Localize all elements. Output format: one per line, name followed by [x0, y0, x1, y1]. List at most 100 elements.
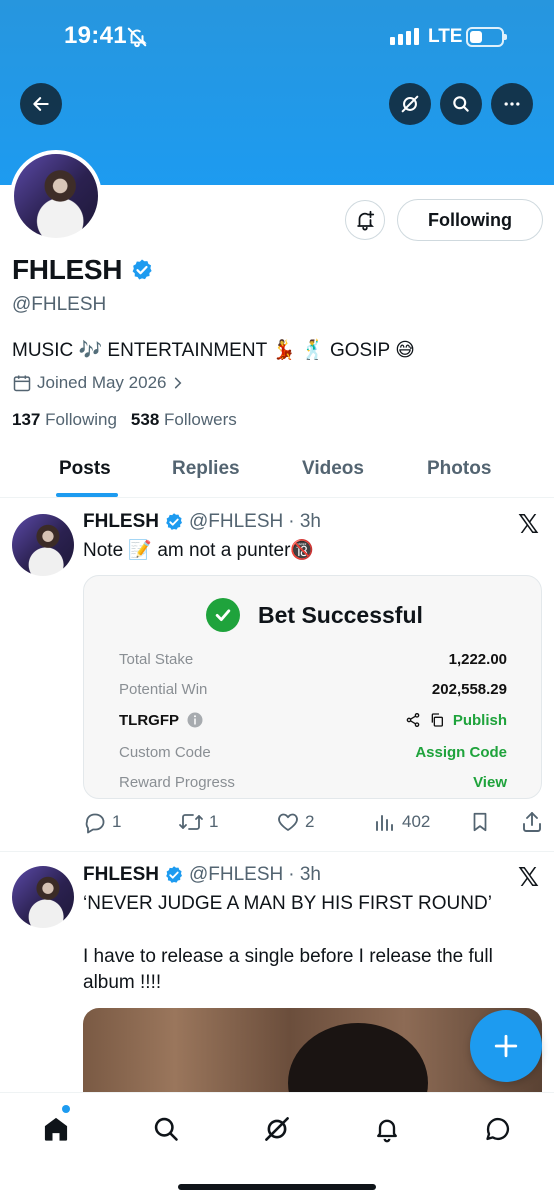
bookmark-button[interactable] — [469, 810, 491, 834]
reply-icon — [85, 813, 105, 834]
tab-videos[interactable]: Videos — [302, 458, 364, 480]
tab-replies[interactable]: Replies — [172, 458, 240, 480]
joined-date[interactable]: Joined May 2026 — [12, 373, 185, 393]
bet-row-total-stake: Total Stake 1,222.00 — [119, 651, 507, 668]
network-type: LTE — [428, 26, 463, 47]
bet-row-reward-progress: Reward Progress View — [119, 774, 507, 791]
grok-button[interactable] — [389, 83, 431, 125]
bet-row-label: Potential Win — [119, 681, 208, 698]
bell-off-icon — [126, 26, 148, 53]
following-label: Following — [45, 410, 117, 429]
nav-messages[interactable] — [480, 1111, 516, 1147]
bet-row-booking-code: TLRGFP Publish — [119, 711, 507, 729]
verified-badge-icon — [166, 866, 182, 883]
view-link[interactable]: View — [473, 774, 507, 791]
search-button[interactable] — [440, 83, 482, 125]
verified-badge-icon — [166, 513, 182, 530]
plus-icon — [494, 1034, 518, 1058]
bet-row-custom-code: Custom Code Assign Code — [119, 744, 507, 761]
active-tab-indicator — [56, 493, 118, 497]
bet-row-label: Custom Code — [119, 744, 211, 761]
heart-icon — [278, 813, 298, 831]
bell-icon — [377, 1119, 397, 1143]
status-time: 19:41 — [64, 22, 127, 49]
nav-notifications[interactable] — [369, 1111, 405, 1147]
back-button[interactable] — [20, 83, 62, 125]
views-button[interactable]: 402 — [373, 810, 430, 834]
post-author-handle[interactable]: @FHLESH — [189, 864, 283, 886]
post-timestamp[interactable]: · 3h — [288, 864, 321, 886]
chevron-right-icon — [175, 377, 182, 389]
following-button[interactable]: Following — [397, 199, 543, 241]
post-author-name[interactable]: FHLESH — [83, 511, 159, 533]
grok-icon — [265, 1117, 289, 1141]
x-logo-icon: 𝕏 — [518, 509, 539, 539]
x-logo-icon: 𝕏 — [518, 862, 539, 892]
home-indicator — [178, 1184, 376, 1190]
nav-search[interactable] — [148, 1111, 184, 1147]
share-upload-icon — [523, 812, 541, 832]
profile-avatar[interactable] — [10, 150, 102, 242]
nav-home[interactable] — [38, 1111, 74, 1147]
post-author-avatar[interactable] — [12, 866, 74, 928]
post-author-name[interactable]: FHLESH — [83, 864, 159, 886]
compose-post-button[interactable] — [470, 1010, 542, 1082]
post-timestamp[interactable]: · 3h — [288, 511, 321, 533]
followers-count: 538 — [130, 410, 160, 429]
more-options-button[interactable] — [491, 83, 533, 125]
share-button[interactable] — [520, 810, 544, 834]
profile-name: FHLESH — [12, 254, 123, 285]
views-icon — [376, 815, 393, 831]
post-text: Note 📝 am not a punter🔞 — [83, 540, 315, 561]
battery-icon — [466, 27, 507, 47]
post-text-headline: ‘NEVER JUDGE A MAN BY HIS FIRST ROUND’ — [83, 893, 492, 914]
joined-label: Joined May 2026 — [37, 373, 167, 392]
back-arrow-icon — [33, 97, 49, 111]
post-actions: 1 1 2 402 — [83, 810, 543, 836]
profile-name-row: FHLESH — [12, 254, 154, 286]
copy-icon[interactable] — [429, 712, 445, 728]
cellular-signal-icon — [390, 28, 419, 45]
search-icon — [453, 96, 469, 112]
like-count: 2 — [305, 812, 315, 831]
reply-button[interactable]: 1 — [83, 810, 121, 834]
following-count-link[interactable]: 137 Following — [12, 410, 117, 430]
follow-counts: 137 Following 538 Followers — [12, 410, 237, 430]
photo-subject — [288, 1023, 428, 1098]
info-icon — [187, 712, 203, 728]
bet-slip-card[interactable]: Bet Successful Total Stake 1,222.00 Pote… — [83, 575, 542, 799]
post-author-avatar[interactable] — [12, 514, 74, 576]
tab-posts[interactable]: Posts — [59, 458, 111, 480]
nav-grok[interactable] — [259, 1111, 295, 1147]
followers-count-link[interactable]: 538 Followers — [131, 410, 237, 430]
profile-tabs: Posts Replies Videos Photos — [0, 448, 554, 498]
reply-count: 1 — [112, 812, 122, 831]
home-icon — [44, 1117, 68, 1141]
assign-code-link[interactable]: Assign Code — [415, 744, 507, 761]
check-circle-icon — [206, 598, 240, 632]
more-icon — [504, 102, 520, 106]
search-icon — [154, 1117, 178, 1141]
verified-badge-icon — [130, 258, 154, 282]
like-button[interactable]: 2 — [276, 810, 314, 834]
notifications-toggle-button[interactable] — [345, 200, 385, 240]
status-bar: 19:41 LTE — [0, 0, 554, 74]
post-text-body: I have to release a single before I rele… — [83, 946, 493, 993]
profile-handle: @FHLESH — [12, 294, 107, 315]
bet-card-title: Bet Successful — [258, 601, 423, 628]
publish-link[interactable]: Publish — [453, 712, 507, 729]
bet-row-label: Total Stake — [119, 651, 194, 668]
view-count: 402 — [402, 812, 431, 831]
share-icon[interactable] — [405, 712, 421, 728]
bet-row-label: Reward Progress — [119, 774, 235, 791]
bet-booking-code: TLRGFP — [119, 711, 179, 729]
following-count: 137 — [12, 410, 41, 429]
bet-row-potential-win: Potential Win 202,558.29 — [119, 681, 507, 698]
post-author-handle[interactable]: @FHLESH — [189, 511, 283, 533]
repost-button[interactable]: 1 — [178, 810, 218, 834]
profile-bio: MUSIC 🎶 ENTERTAINMENT 💃 🕺 GOSIP 😅 — [12, 340, 415, 361]
bet-row-value: 1,222.00 — [448, 651, 507, 668]
repost-icon — [179, 814, 203, 830]
tab-photos[interactable]: Photos — [427, 458, 491, 480]
bookmark-icon — [473, 812, 487, 832]
